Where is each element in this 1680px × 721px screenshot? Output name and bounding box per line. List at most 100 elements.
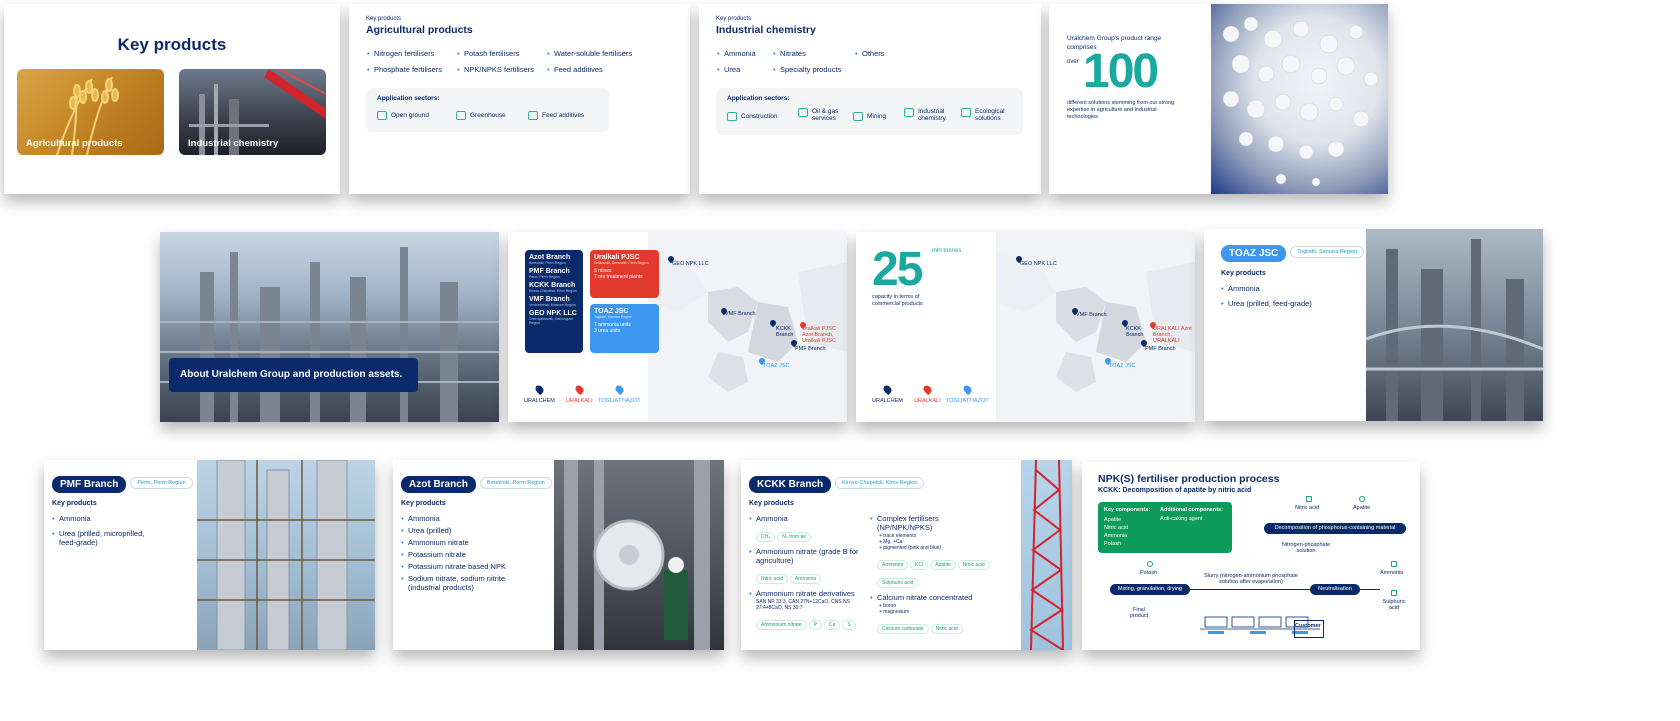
input-pill: Nitric acid (957, 560, 990, 570)
input-pill: N₂ from air (777, 532, 812, 542)
legend-togliattiazot: TOGLIATTIAZOT (946, 383, 989, 404)
caption-box[interactable]: About Uralchem Group and production asse… (169, 358, 418, 392)
legend-uralkali: URALKALI (566, 383, 593, 404)
product-ammonia: Ammonia CH₄N₂ from air (749, 514, 867, 543)
asset-kckk: KCKK Branch Kirovo-Chepetsk, Kirov Region (529, 282, 577, 293)
map-label: KCKK Branch (776, 326, 794, 338)
industrial-chemistry-card[interactable]: Industrial chemistry (179, 69, 326, 155)
description: different solutions stemming from our st… (1067, 100, 1175, 120)
list-item: Others (855, 49, 885, 58)
sector-feed: Feed additives (528, 111, 584, 120)
site-badge: TOAZ JSC (1221, 245, 1287, 262)
input-pill: KCl (910, 560, 929, 570)
flask-icon (904, 108, 914, 117)
input-pill: Ammonia (877, 560, 909, 570)
site-header: TOAZ JSC Togliatti, Samara Region (1221, 243, 1365, 262)
key-products-label: Key products (749, 500, 794, 507)
description: capacity in terms of commercial products (872, 294, 923, 307)
map-label: VMF Branch (725, 311, 756, 317)
slide-title: NPK(S) fertiliser production process (1098, 473, 1280, 485)
sector-industrial-chemistry: Industrial chemistry (904, 108, 959, 122)
site-region: Berezniki, Perm Region (479, 476, 552, 489)
mining-icon (853, 112, 863, 121)
input-pill: P (808, 620, 822, 630)
sectors-label: Application sectors: (377, 95, 440, 102)
site-header: Azot Branch Berezniki, Perm Region (401, 474, 552, 493)
slide-kckk: KCKK Branch Kirovo-Chepetsk, Kirov Region… (741, 460, 1072, 650)
components-box: Key components: Apatite Nitric acid Ammoni… (1098, 502, 1232, 553)
application-sectors: Application sectors: Open ground Greenho… (366, 88, 609, 132)
list-item: Ammonia (401, 514, 551, 523)
product-an-derivatives: Ammonium nitrate derivatives SAN NP 33:3… (749, 589, 867, 631)
sector-construction: Construction (727, 112, 778, 121)
caption-text: About Uralchem Group and production asse… (180, 369, 403, 380)
slide-subtitle: KCKK: Decomposition of apatite by nitric… (1098, 487, 1252, 494)
list-item: Ammonia (52, 514, 152, 523)
sectors-label: Application sectors: (727, 95, 790, 102)
slide-toaz: TOAZ JSC Togliatti, Samara Region Key pro… (1204, 229, 1543, 421)
oil-rig-icon (798, 108, 808, 117)
sector-greenhouse: Greenhouse (456, 111, 506, 120)
product-list: Ammonia Urea (prilled, feed-grade) (1221, 284, 1312, 314)
apatite-label: Apatite (1353, 505, 1371, 511)
plant-image (1366, 229, 1543, 421)
rock-icon (1359, 496, 1365, 502)
list-item: Potassium nitrate based NPK (401, 562, 551, 571)
list-item: Feed additives (547, 65, 603, 74)
legend-uralchem: URALCHEM (524, 383, 555, 404)
input-pill: Calcium carbonate (877, 624, 929, 634)
big-number: 25 (872, 243, 923, 296)
mixing-step: Mixing, granulation, drying (1110, 584, 1190, 595)
greenhouse-icon (456, 111, 466, 120)
construction-icon (727, 112, 737, 121)
map-label: VMF Branch (1076, 312, 1107, 318)
sector-open-ground: Open ground (377, 111, 429, 120)
slide-title: Key products (117, 35, 227, 54)
ammonia-label: Ammonia (1380, 570, 1404, 576)
map-label: TOAZ JSC (1109, 363, 1136, 369)
feed-icon (528, 111, 538, 120)
list-item: Nitrates (773, 49, 806, 58)
list-item: Ammonia (1221, 284, 1312, 293)
input-pill: Apatite (930, 560, 956, 570)
final-product-label: Final product (1129, 607, 1149, 619)
list-item: Urea (prilled, feed-grade) (1221, 299, 1312, 308)
application-sectors: Application sectors: Construction Oil & … (716, 88, 1023, 135)
key-products-label: Key products (1221, 270, 1266, 277)
card-label: Industrial chemistry (188, 138, 279, 149)
sulphuric-label: Sulphuric acid (1382, 599, 1406, 611)
slide-capacity-map: 25 mln tonnes capacity in terms of comme… (856, 232, 1195, 422)
asset-azot: Azot Branch Berezniki, Perm Region (529, 254, 571, 265)
site-region: Perm, Perm Region (130, 476, 193, 489)
map-label: Uralkali PJSC Azot Branch, Uralkali PJSC (802, 326, 836, 344)
input-pill: CH₄ (756, 532, 776, 542)
key-products-label: Key products (52, 500, 97, 507)
site-region: Kirovo-Chepetsk, Kirov Region (835, 476, 925, 489)
map-label: URALKALI Azot Branch, URALKALI (1153, 326, 1192, 344)
neutralisation-step: Neutralisation (1310, 584, 1360, 595)
flow-arrow-line (1190, 589, 1310, 590)
slide-assets-map: Azot Branch Berezniki, Perm Region PMF Br… (508, 232, 847, 422)
site-header: PMF Branch Perm, Perm Region (52, 474, 193, 493)
potash-label: Potash (1140, 570, 1158, 576)
potash-icon (1147, 561, 1153, 567)
product-ammonium-nitrate: Ammonium nitrate (grade B for agricultur… (749, 547, 867, 585)
over-label: over (1067, 59, 1079, 65)
slide-agricultural-products: Key products Agricultural products Nitro… (349, 4, 690, 194)
np-solution-label: Nitrogen-phosphate solution (1281, 542, 1331, 554)
granules-image (1211, 4, 1388, 194)
site-region: Togliatti, Samara Region (1290, 245, 1365, 258)
list-item: Urea (prilled, microprilled, feed-grade) (52, 529, 152, 547)
slide-industrial-chemistry: Key products Industrial chemistry Ammoni… (699, 4, 1041, 194)
input-pill: Nitric acid (756, 574, 788, 584)
map-label: TOAZ JSC (763, 363, 790, 369)
slide-product-range: Uralchem Group's product range comprises… (1049, 4, 1388, 194)
input-pill: Nitric acid (930, 624, 963, 634)
red-tower-image (1021, 460, 1072, 650)
slide-npk-process: NPK(S) fertiliser production process KCK… (1082, 462, 1420, 650)
list-item: Potassium nitrate (401, 550, 551, 559)
list-item: Ammonium nitrate (401, 538, 551, 547)
list-item: Phosphate fertilisers (367, 65, 442, 74)
agricultural-products-card[interactable]: Agricultural products (17, 69, 164, 155)
sector-ecological: Ecological solutions (961, 108, 1021, 122)
